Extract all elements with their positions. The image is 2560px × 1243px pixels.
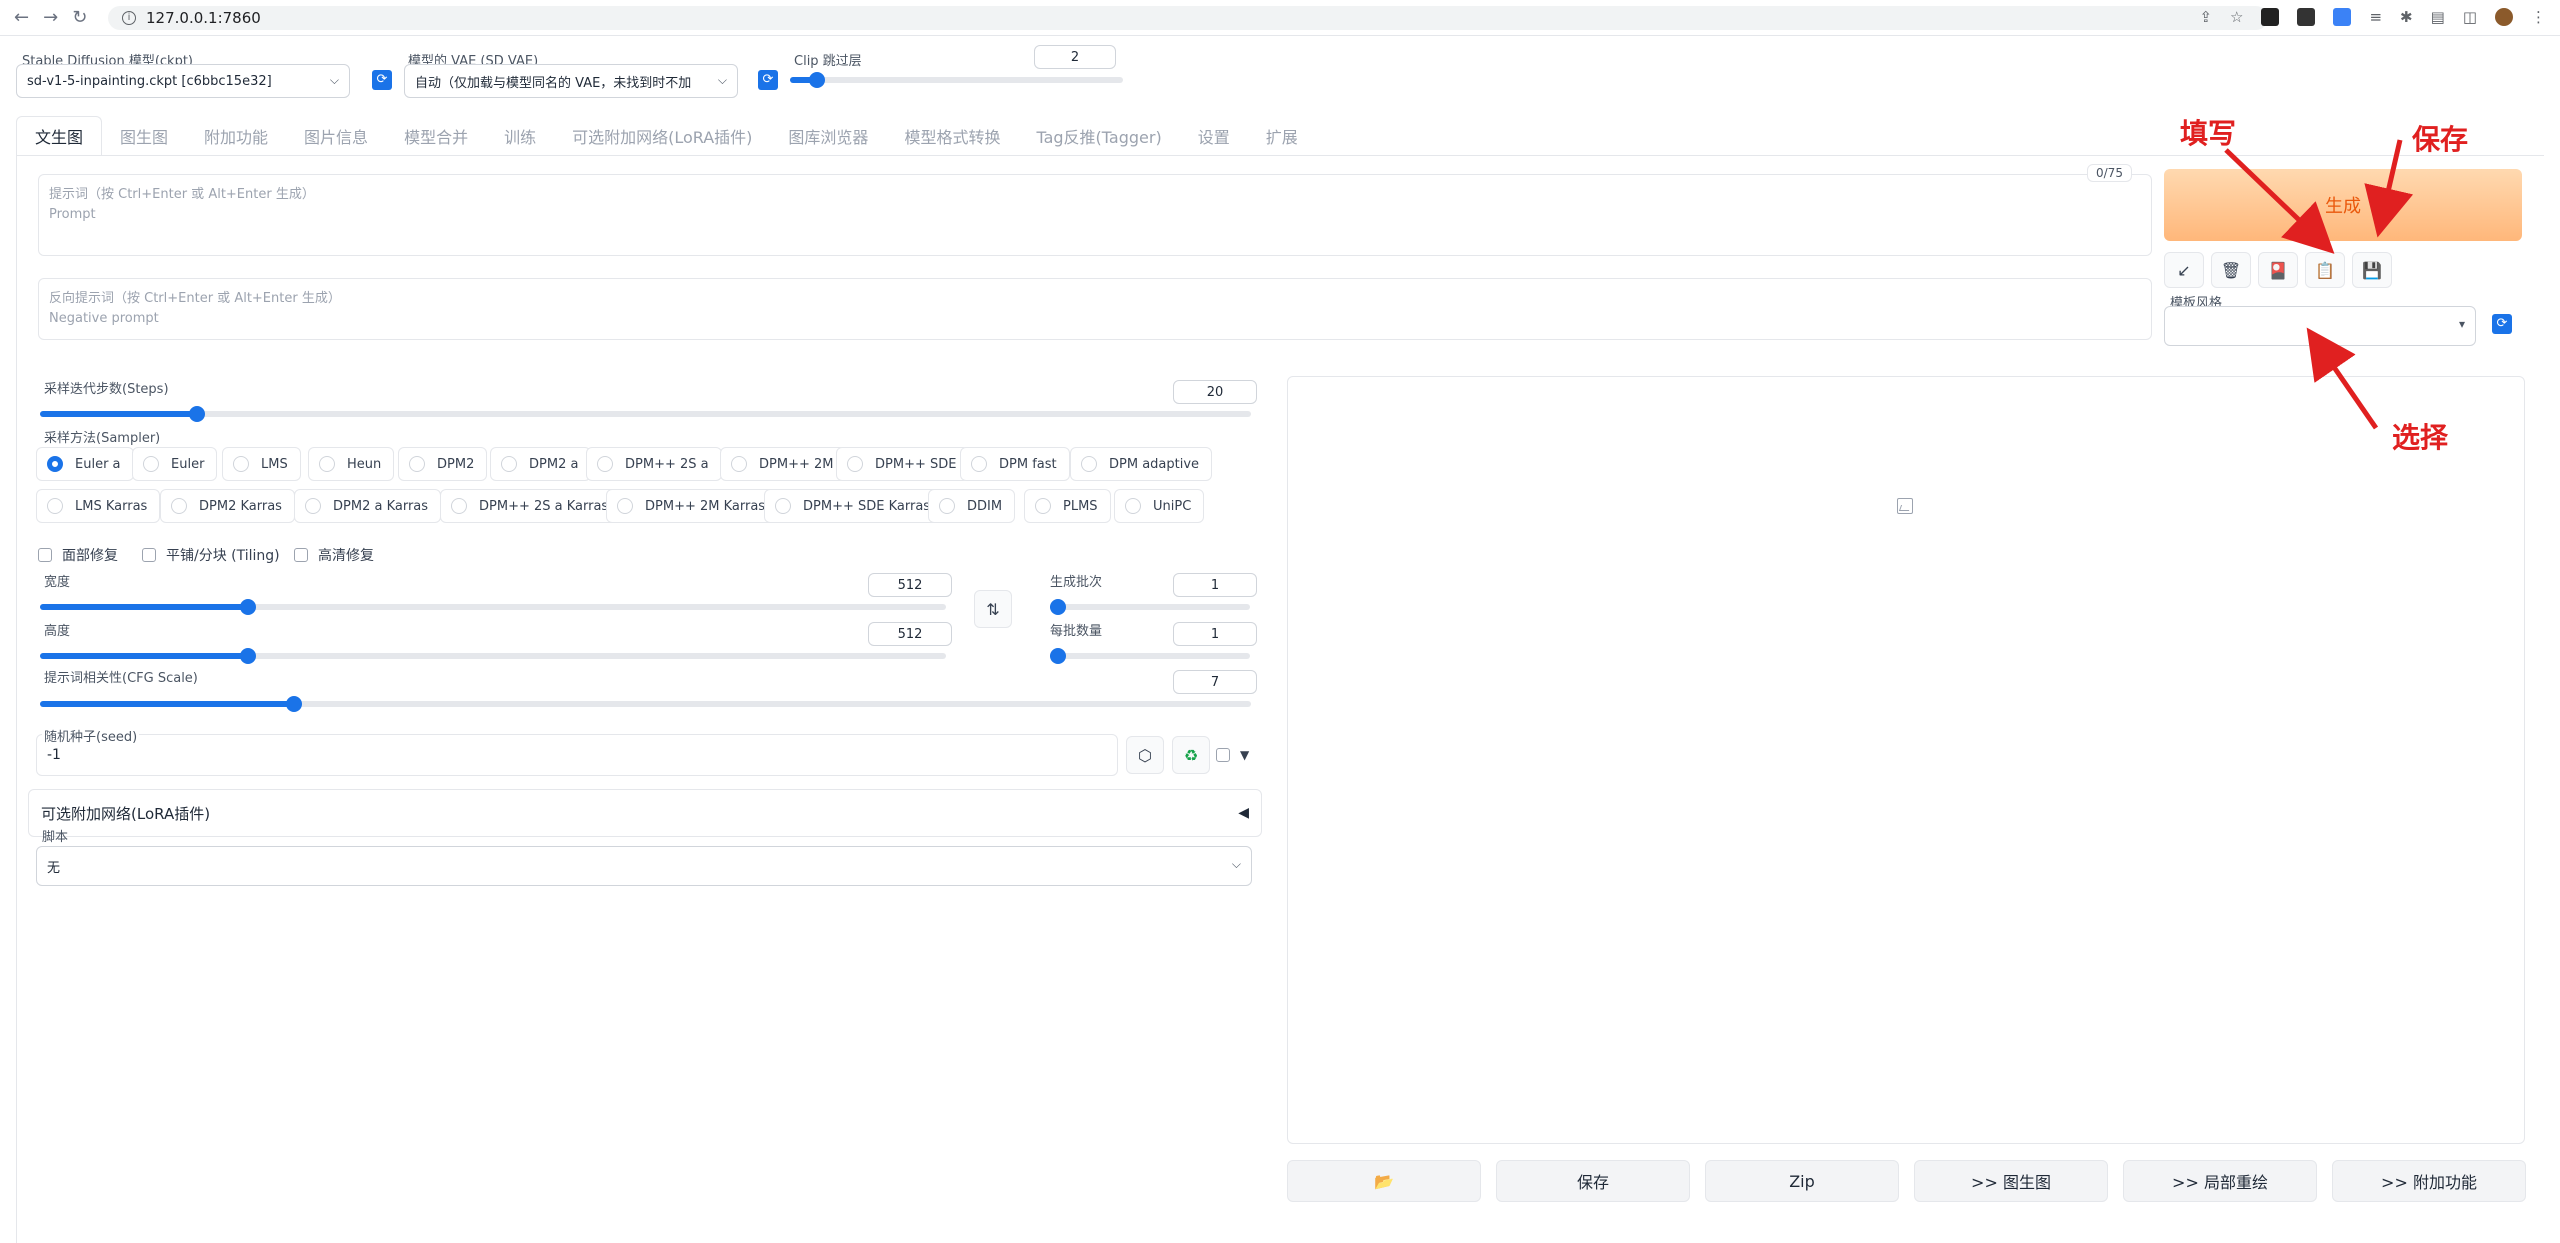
arrow-to-save-style: [2364, 139, 2414, 238]
annotation-arrows: [2224, 139, 2414, 430]
annotation-save: 保存: [2412, 123, 2469, 156]
script-label: 脚本: [42, 830, 69, 845]
annotation-fill: 填写: [2180, 117, 2237, 150]
arrow-to-apply-style: [2224, 148, 2335, 254]
annotation-select: 选择: [2392, 421, 2449, 454]
arrow-to-style-select: [2306, 327, 2379, 430]
seed-label: 随机种子(seed): [42, 726, 140, 745]
